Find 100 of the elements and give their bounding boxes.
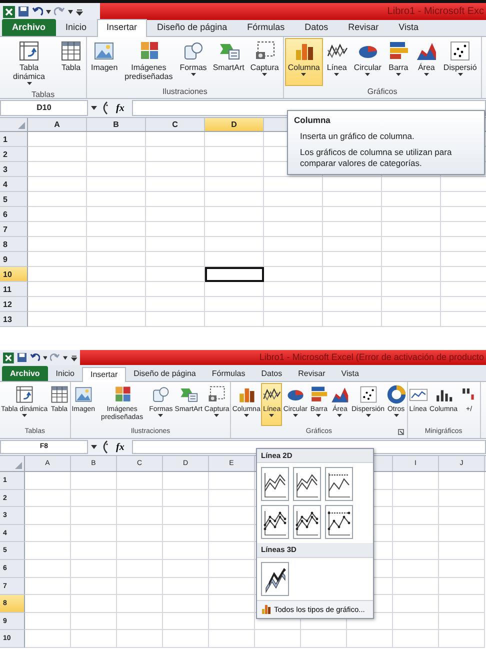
grid-cell[interactable] <box>439 542 485 560</box>
grid-cell[interactable] <box>87 147 146 162</box>
grid-cell[interactable] <box>163 507 209 525</box>
save-icon[interactable] <box>16 352 27 363</box>
grid-cell[interactable] <box>323 312 382 327</box>
grid-cell[interactable] <box>323 237 382 252</box>
grid-cell[interactable] <box>146 177 205 192</box>
row-header[interactable]: 5 <box>0 192 28 207</box>
grid-cell[interactable] <box>28 252 87 267</box>
grid-cell[interactable] <box>28 312 87 327</box>
grid-cell[interactable] <box>163 472 209 490</box>
grid-cell[interactable] <box>28 222 87 237</box>
ribbon-button[interactable]: Área <box>412 38 440 86</box>
grid-cell[interactable] <box>382 297 441 312</box>
grid-cell[interactable] <box>146 162 205 177</box>
grid-cell[interactable] <box>87 162 146 177</box>
row-header[interactable]: 13 <box>0 312 28 327</box>
row-header[interactable]: 9 <box>0 252 28 267</box>
grid-cell[interactable] <box>28 282 87 297</box>
grid-cell[interactable] <box>382 207 441 222</box>
grid-cell[interactable] <box>205 132 264 147</box>
insert-function-button[interactable]: fx <box>111 440 130 454</box>
caret-icon[interactable] <box>68 10 73 14</box>
grid-cell[interactable] <box>205 207 264 222</box>
grid-cell[interactable] <box>87 312 146 327</box>
grid-cell[interactable] <box>71 612 117 630</box>
grid-cell[interactable] <box>28 267 87 282</box>
grid-cell[interactable] <box>25 578 71 596</box>
grid-cell[interactable] <box>393 542 439 560</box>
grid-cell[interactable] <box>209 490 255 508</box>
grid-cell[interactable] <box>71 490 117 508</box>
grid-cell[interactable] <box>439 490 485 508</box>
ribbon-tab[interactable]: Diseño de página <box>126 366 204 381</box>
grid-cell[interactable] <box>146 267 205 282</box>
grid-cell[interactable] <box>146 252 205 267</box>
grid-cell[interactable] <box>146 297 205 312</box>
grid-cell[interactable] <box>264 267 323 282</box>
caret-icon[interactable] <box>46 10 51 14</box>
grid-cell[interactable] <box>71 595 117 613</box>
grid-cell[interactable] <box>87 267 146 282</box>
grid-cell[interactable] <box>71 472 117 490</box>
chart-type-button[interactable] <box>293 505 321 540</box>
chart-type-button[interactable] <box>261 505 289 540</box>
grid-cell[interactable] <box>264 192 323 207</box>
grid-cell[interactable] <box>117 630 163 648</box>
select-all-icon[interactable] <box>18 122 25 129</box>
grid-cell[interactable] <box>393 507 439 525</box>
grid-cell[interactable] <box>255 630 301 648</box>
grid-cell[interactable] <box>323 192 382 207</box>
grid-cell[interactable] <box>382 222 441 237</box>
active-cell[interactable] <box>205 267 264 282</box>
grid-cell[interactable] <box>439 524 485 542</box>
column-header[interactable]: D <box>205 118 264 131</box>
grid-cell[interactable] <box>87 177 146 192</box>
grid-cell[interactable] <box>323 282 382 297</box>
grid-cell[interactable] <box>117 560 163 578</box>
grid-cell[interactable] <box>25 595 71 613</box>
grid-cell[interactable] <box>163 612 209 630</box>
chart-type-button[interactable] <box>261 467 289 502</box>
insert-function-button[interactable]: fx <box>111 100 130 116</box>
grid-cell[interactable] <box>323 207 382 222</box>
grid-cell[interactable] <box>146 192 205 207</box>
grid-cell[interactable] <box>87 252 146 267</box>
grid-cell[interactable] <box>117 524 163 542</box>
grid-cell[interactable] <box>382 177 441 192</box>
file-tab[interactable]: Archivo <box>2 19 56 36</box>
dialog-launcher-icon[interactable] <box>398 429 404 435</box>
grid-cell[interactable] <box>87 132 146 147</box>
grid-cell[interactable] <box>117 578 163 596</box>
grid-cell[interactable] <box>87 237 146 252</box>
grid-cell[interactable] <box>209 524 255 542</box>
grid-cell[interactable] <box>209 612 255 630</box>
grid-cell[interactable] <box>209 542 255 560</box>
file-tab[interactable]: Archivo <box>2 366 48 381</box>
grid-cell[interactable] <box>393 595 439 613</box>
name-box[interactable]: D10 <box>0 100 88 116</box>
grid-cell[interactable] <box>28 147 87 162</box>
ribbon-tab[interactable]: Vista <box>333 366 367 381</box>
grid-cell[interactable] <box>439 595 485 613</box>
grid-cell[interactable] <box>323 267 382 282</box>
grid-cell[interactable] <box>87 222 146 237</box>
ribbon-button[interactable]: Captura <box>247 38 282 86</box>
grid-cell[interactable] <box>382 282 441 297</box>
grid-cell[interactable] <box>71 578 117 596</box>
grid-cell[interactable] <box>146 282 205 297</box>
grid-cell[interactable] <box>71 507 117 525</box>
grid-cell[interactable] <box>439 560 485 578</box>
chart-type-button[interactable] <box>293 467 321 502</box>
grid-cell[interactable] <box>25 472 71 490</box>
ribbon-tab[interactable]: Datos <box>294 19 338 36</box>
grid-cell[interactable] <box>25 524 71 542</box>
grid-cell[interactable] <box>163 595 209 613</box>
row-header[interactable]: 8 <box>0 237 28 252</box>
column-header[interactable]: B <box>87 118 146 131</box>
row-header[interactable]: 7 <box>0 222 28 237</box>
ribbon-button[interactable]: Barra <box>384 38 412 86</box>
grid-cell[interactable] <box>382 252 441 267</box>
grid-cell[interactable] <box>264 282 323 297</box>
grid-cell[interactable] <box>205 162 264 177</box>
grid-cell[interactable] <box>117 507 163 525</box>
